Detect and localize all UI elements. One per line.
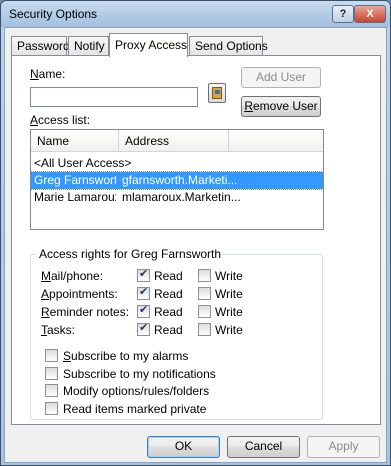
read-label: Read	[154, 269, 183, 283]
address-book-icon	[212, 87, 222, 99]
read-private-checkbox[interactable]	[45, 402, 58, 415]
mail-phone-write-checkbox[interactable]	[198, 269, 211, 282]
subscribe-alarms-checkbox[interactable]	[45, 349, 58, 362]
access-list[interactable]: Name Address <All User Access> Greg Farn…	[30, 129, 324, 230]
read-private-label: Read items marked private	[63, 402, 207, 416]
address-book-button[interactable]	[208, 83, 226, 103]
write-label: Write	[215, 323, 243, 337]
write-label: Write	[215, 269, 243, 283]
name-label: Name:	[30, 67, 66, 81]
ok-button[interactable]: OK	[147, 436, 220, 458]
read-label: Read	[154, 287, 183, 301]
reminder-notes-read-checkbox[interactable]	[137, 303, 150, 318]
list-item-name: <All User Access>	[34, 156, 132, 170]
list-item-address: mlamaroux.Marketin...	[122, 190, 241, 204]
read-label: Read	[154, 323, 183, 337]
tab-send-options[interactable]: Send Options	[189, 36, 268, 56]
security-options-dialog: Security Options ? X Password Notify Pro…	[0, 0, 391, 466]
access-rights-title: Access rights for Greg Farnsworth	[37, 247, 224, 261]
column-header-address[interactable]: Address	[119, 130, 229, 152]
read-label: Read	[154, 305, 183, 319]
list-item[interactable]: <All User Access>	[31, 155, 323, 172]
cancel-button[interactable]: Cancel	[227, 436, 300, 458]
tab-notify[interactable]: Notify	[68, 36, 109, 56]
dialog-client-area: Password Notify Proxy Access Send Option…	[4, 27, 387, 463]
column-header-name[interactable]: Name	[31, 130, 119, 152]
subscribe-notifications-label: Subscribe to my notifications	[63, 367, 216, 381]
list-item-selected[interactable]: Greg Farnsworth gfarnsworth.Marketi...	[31, 171, 323, 190]
apply-button[interactable]: Apply	[307, 436, 380, 458]
list-item-name: Greg Farnsworth	[34, 173, 116, 187]
tasks-write-checkbox[interactable]	[198, 323, 211, 336]
mail-phone-label: Mail/phone:	[41, 269, 104, 283]
access-list-label: Access list:	[30, 113, 91, 127]
reminder-notes-label: Reminder notes:	[41, 305, 130, 319]
window-title: Security Options	[9, 7, 98, 21]
subscribe-notifications-checkbox[interactable]	[45, 367, 58, 380]
access-list-header: Name Address	[31, 130, 323, 152]
remove-user-button[interactable]: Remove User	[241, 96, 321, 117]
tasks-read-checkbox[interactable]	[137, 321, 150, 336]
mail-phone-read-checkbox[interactable]	[137, 267, 150, 282]
tab-password[interactable]: Password	[11, 36, 70, 56]
tab-proxy-access[interactable]: Proxy Access	[109, 33, 188, 57]
appointments-read-checkbox[interactable]	[137, 285, 150, 300]
modify-options-checkbox[interactable]	[45, 384, 58, 397]
list-item-name: Marie Lamaroux	[34, 190, 116, 204]
modify-options-label: Modify options/rules/folders	[63, 384, 210, 398]
list-item-address: gfarnsworth.Marketi...	[122, 173, 238, 187]
access-rights-group: Access rights for Greg Farnsworth Mail/p…	[30, 247, 323, 420]
appointments-write-checkbox[interactable]	[198, 287, 211, 300]
tasks-label: Tasks:	[41, 323, 76, 337]
appointments-label: Appointments:	[41, 287, 118, 301]
reminder-notes-write-checkbox[interactable]	[198, 305, 211, 318]
help-button[interactable]: ?	[332, 5, 354, 23]
list-item[interactable]: Marie Lamaroux mlamaroux.Marketin...	[31, 189, 323, 206]
subscribe-alarms-label: Subscribe to my alarms	[63, 349, 189, 363]
name-input[interactable]	[30, 87, 198, 107]
close-button[interactable]: X	[354, 5, 386, 23]
add-user-button[interactable]: Add User	[241, 67, 321, 88]
title-bar[interactable]: Security Options ? X	[1, 1, 390, 27]
write-label: Write	[215, 305, 243, 319]
write-label: Write	[215, 287, 243, 301]
proxy-access-panel: Name: Add User Remove User Access list: …	[11, 55, 381, 425]
